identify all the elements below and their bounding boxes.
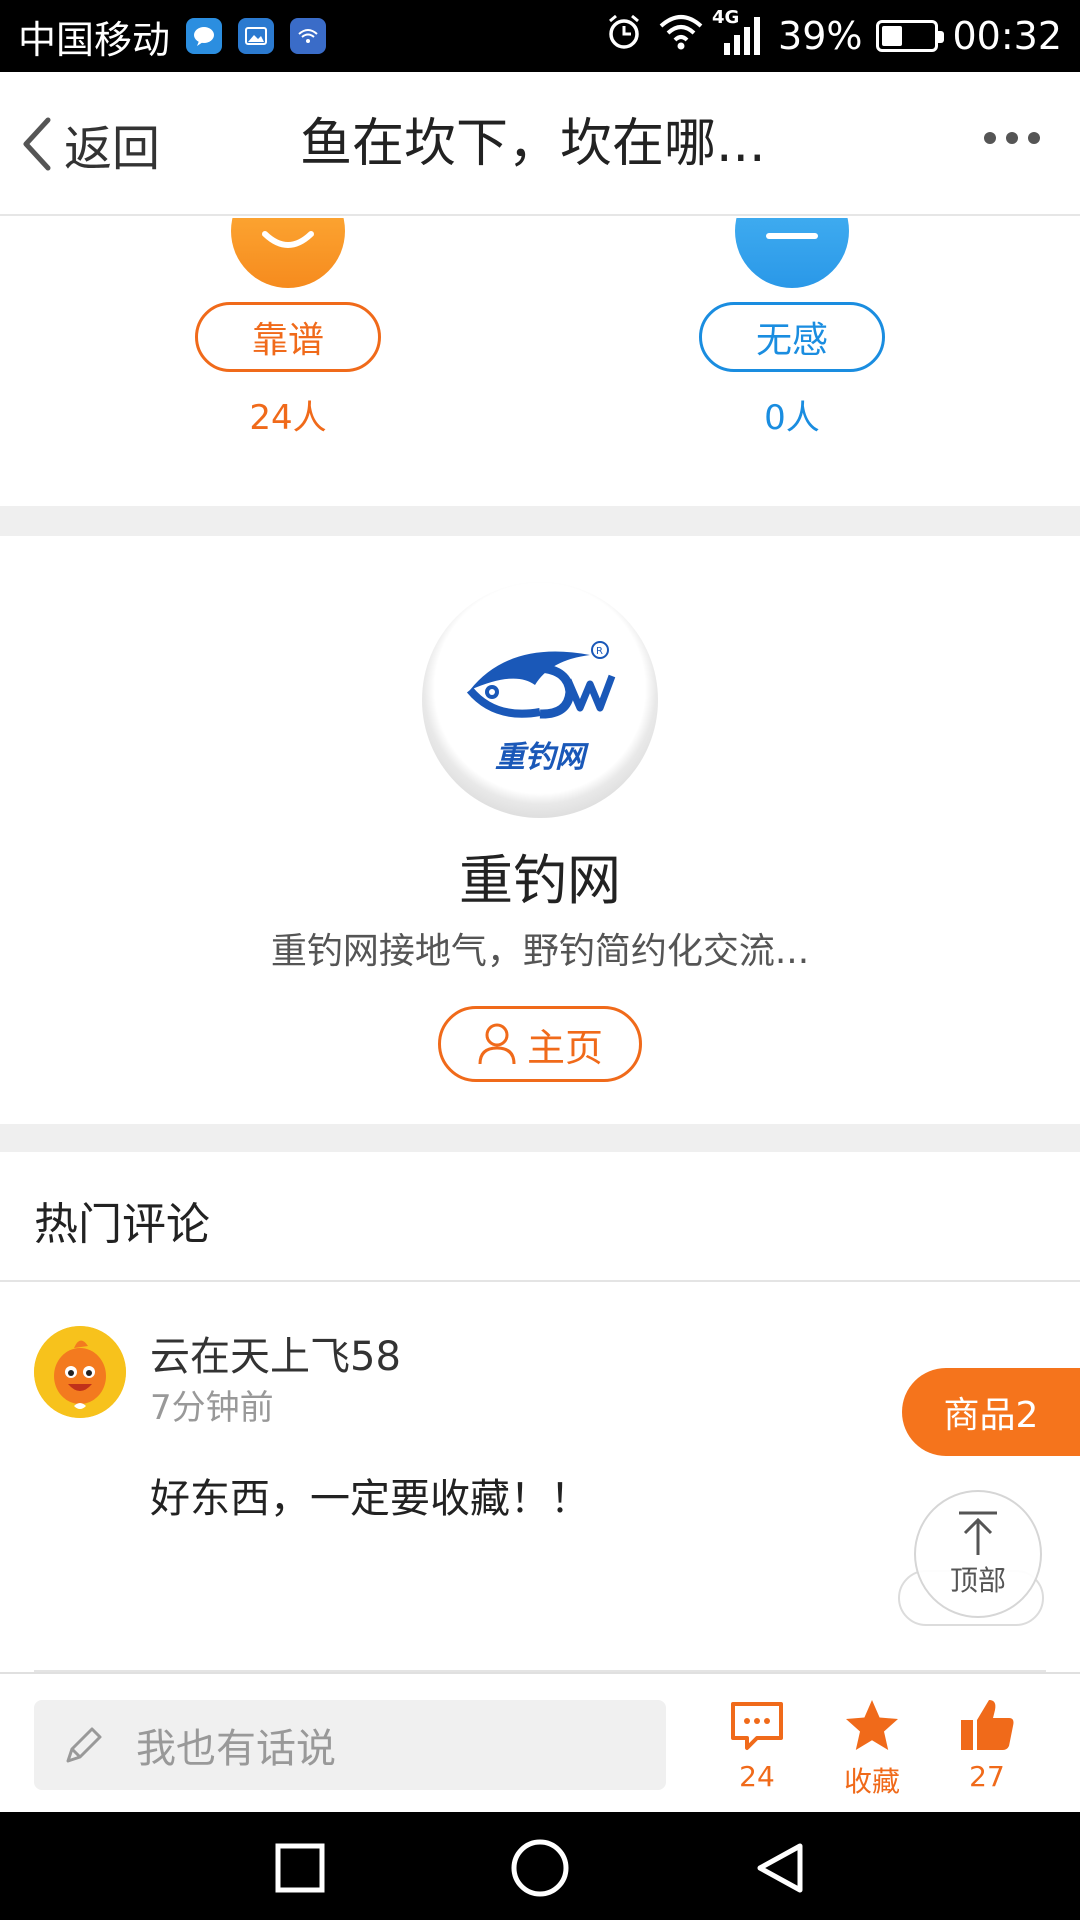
more-dot-icon xyxy=(1006,132,1018,144)
comment-bubble-icon xyxy=(731,1702,783,1750)
reliable-count: 24人 xyxy=(249,398,327,438)
scroll-to-top-button[interactable]: 顶部 xyxy=(914,1490,1042,1618)
star-icon xyxy=(846,1700,898,1750)
rating-positive: 靠谱 24人 xyxy=(188,218,388,439)
reliable-button[interactable]: 靠谱 xyxy=(195,302,381,372)
thumbs-up-icon xyxy=(961,1700,1014,1750)
rating-section: 靠谱 24人 无感 0人 xyxy=(0,218,1080,506)
more-dot-icon xyxy=(984,132,996,144)
wifi-icon xyxy=(658,12,704,61)
more-dot-icon xyxy=(1028,132,1040,144)
section-divider xyxy=(0,1124,1080,1152)
back-label: 返回 xyxy=(64,121,161,177)
goods-button[interactable]: 商品2 xyxy=(902,1368,1080,1456)
like-count: 27 xyxy=(969,1760,1005,1793)
comment-text: 好东西，一定要收藏！！ xyxy=(150,1476,590,1522)
author-logo[interactable]: R 重钓网 xyxy=(422,582,658,818)
message-app-icon xyxy=(186,18,223,54)
back-button[interactable]: 返回 xyxy=(18,112,161,177)
author-name: 重钓网 xyxy=(459,849,621,912)
comment-input[interactable]: 我也有话说 xyxy=(34,1700,666,1790)
home-icon[interactable] xyxy=(510,1838,570,1898)
home-page-button[interactable]: 主页 xyxy=(438,1006,642,1082)
clock: 00:32 xyxy=(952,14,1062,58)
pencil-icon xyxy=(66,1727,102,1763)
wifi-app-icon xyxy=(290,18,327,54)
page-title: 鱼在坎下，坎在哪... xyxy=(300,114,766,174)
battery-icon xyxy=(876,20,945,52)
battery-percent: 39% xyxy=(778,14,863,58)
indifferent-count: 0人 xyxy=(764,398,820,438)
status-bar: 中国移动 4G 39% 00:32 xyxy=(0,0,1080,72)
scroll-to-top-label: 顶部 xyxy=(949,1564,1006,1597)
nav-header: 返回 鱼在坎下，坎在哪... xyxy=(0,72,1080,216)
comment-input-placeholder: 我也有话说 xyxy=(136,1726,336,1772)
back-icon[interactable] xyxy=(754,1842,806,1894)
arrow-up-icon xyxy=(959,1511,997,1555)
gallery-app-icon xyxy=(238,18,275,54)
indifferent-button[interactable]: 无感 xyxy=(699,302,885,372)
more-options-button[interactable] xyxy=(984,132,1040,144)
logo-text: 重钓网 xyxy=(495,740,585,775)
user-icon xyxy=(478,1023,516,1065)
carrier-name: 中国移动 xyxy=(18,17,171,62)
bottom-action-bar: 我也有话说 24 收藏 27 xyxy=(0,1672,1080,1812)
favorite-button[interactable]: 收藏 xyxy=(827,1696,917,1800)
recent-apps-icon[interactable] xyxy=(274,1842,326,1894)
comment-username[interactable]: 云在天上飞58 xyxy=(150,1324,401,1382)
section-title: 热门评论 xyxy=(34,1199,210,1250)
chevron-left-icon xyxy=(23,117,51,171)
hot-comments-header: 热门评论 xyxy=(0,1152,1080,1282)
favorite-label: 收藏 xyxy=(843,1765,900,1798)
home-page-label: 主页 xyxy=(526,1025,603,1070)
comments-button[interactable]: 24 xyxy=(712,1696,802,1793)
signal-icon: 4G xyxy=(712,7,764,59)
rating-neutral: 无感 0人 xyxy=(692,218,892,439)
system-nav-bar xyxy=(0,1812,1080,1920)
smile-face-icon[interactable] xyxy=(231,218,345,288)
author-description: 重钓网接地气，野钓简约化交流... xyxy=(270,931,810,972)
alarm-icon xyxy=(604,12,644,61)
avatar[interactable] xyxy=(34,1326,126,1418)
neutral-face-icon[interactable] xyxy=(735,218,849,288)
section-divider xyxy=(0,506,1080,536)
comment-count: 24 xyxy=(739,1760,775,1793)
comment-time: 7分钟前 xyxy=(150,1388,274,1428)
author-card: R 重钓网 重钓网 重钓网接地气，野钓简约化交流... 主页 xyxy=(0,536,1080,1124)
svg-text:R: R xyxy=(596,646,603,657)
like-button[interactable]: 27 xyxy=(942,1696,1032,1793)
